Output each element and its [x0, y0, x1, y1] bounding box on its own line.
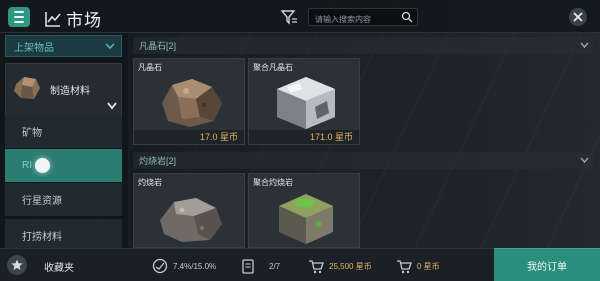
- funds-stat: 25,500 星币: [308, 258, 372, 274]
- favorites-bar[interactable]: 收藏夹: [0, 248, 128, 281]
- item-card[interactable]: 聚合凡晶石 171.0 星币: [248, 58, 360, 145]
- orders-count: 2/7: [269, 261, 281, 271]
- item-name: 聚合凡晶石: [253, 63, 293, 72]
- ore-green-icon: [279, 194, 333, 244]
- clipboard-icon: [242, 259, 254, 274]
- sidebar-item-label: 打捞材料: [22, 232, 62, 243]
- menu-button[interactable]: [8, 7, 30, 27]
- cargo-stat: 7.4%/15.0%: [152, 258, 216, 274]
- my-orders-button[interactable]: 我的订单: [494, 248, 600, 281]
- listing-dropdown[interactable]: 上架物品: [5, 35, 122, 57]
- orders-stat: 2/7: [240, 258, 280, 274]
- sidebar-item-label: RI: [22, 160, 32, 171]
- star-icon: [11, 259, 23, 270]
- close-icon: [573, 12, 583, 22]
- item-price: 17.0 星币: [134, 130, 244, 144]
- sidebar-item-planetary-resources[interactable]: 行星资源: [5, 183, 122, 216]
- cargo-value: 7.4%/15.0%: [173, 261, 217, 271]
- search-input[interactable]: [309, 11, 395, 28]
- section-title: 灼烧岩[2]: [139, 156, 177, 166]
- title-group: 市场: [44, 6, 102, 31]
- page-title: 市场: [66, 11, 102, 30]
- section-header-scordite[interactable]: 灼烧岩[2]: [133, 152, 593, 169]
- sidebar-item-minerals[interactable]: 矿物: [5, 115, 122, 148]
- funds-value: 25,500 星币: [329, 261, 372, 271]
- ore-gray-icon: [160, 198, 222, 242]
- search-field[interactable]: [308, 8, 418, 28]
- item-card[interactable]: 灼烧岩: [133, 173, 245, 248]
- sidebar-item-active[interactable]: RI: [5, 149, 122, 182]
- sidebar-item-label: 行星资源: [22, 196, 62, 207]
- cart-icon: [397, 260, 412, 274]
- star-button[interactable]: [7, 255, 27, 275]
- filter-icon[interactable]: [280, 8, 298, 26]
- gauge-icon: [152, 258, 168, 274]
- selection-knob: [35, 158, 50, 173]
- chevron-down-icon: [105, 42, 115, 49]
- ore-brown-icon: [162, 79, 222, 127]
- category-label: 制造材料: [50, 86, 90, 97]
- ore-silver-icon: [277, 77, 335, 129]
- item-card[interactable]: 聚合灼烧岩: [248, 173, 360, 248]
- chevron-down-icon: [107, 102, 117, 110]
- search-icon[interactable]: [401, 11, 413, 23]
- escrow-value: 0 星币: [417, 261, 440, 271]
- status-bar: 7.4%/15.0% 2/7 25,500 星币 0 星币: [128, 248, 494, 281]
- sidebar-item-label: 矿物: [22, 128, 42, 139]
- escrow-stat: 0 星币: [396, 258, 440, 274]
- item-card[interactable]: 凡晶石 17.0 星币: [133, 58, 245, 145]
- wallet-cart-icon: [309, 260, 324, 274]
- item-name: 灼烧岩: [138, 178, 162, 187]
- ore-icon: [14, 77, 40, 99]
- favorites-label: 收藏夹: [44, 263, 74, 274]
- top-bar: 市场: [0, 0, 600, 33]
- item-price: 171.0 星币: [249, 130, 359, 144]
- dropdown-label: 上架物品: [14, 42, 54, 54]
- chevron-down-icon: [580, 157, 589, 164]
- sidebar: 上架物品 制造材料 矿物 RI 行星资源 打捞材料: [0, 33, 128, 281]
- section-title: 凡晶石[2]: [139, 41, 177, 51]
- menu-icon: [14, 11, 24, 13]
- close-button[interactable]: [569, 8, 587, 26]
- item-name: 凡晶石: [138, 63, 162, 72]
- section-header-veldspar[interactable]: 凡晶石[2]: [133, 37, 593, 54]
- item-name: 聚合灼烧岩: [253, 178, 293, 187]
- chart-icon: [45, 11, 61, 27]
- chevron-down-icon: [580, 42, 589, 49]
